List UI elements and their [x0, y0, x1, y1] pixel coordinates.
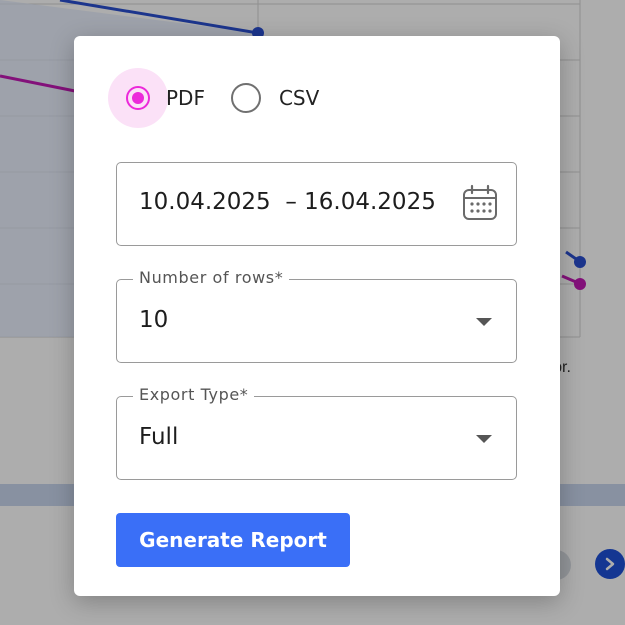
- date-range-separator: –: [285, 189, 297, 215]
- page: 6 Apr. PDF CSV 10.04.2025 – 16: [0, 0, 625, 625]
- generate-report-button[interactable]: Generate Report: [116, 513, 350, 567]
- export-type-select[interactable]: Export Type* Full: [116, 385, 517, 480]
- format-option-label: PDF: [166, 86, 205, 110]
- format-radio-group: PDF CSV: [108, 68, 320, 128]
- radio-selected-dot: [132, 92, 144, 104]
- date-range-text: 10.04.2025 – 16.04.2025: [139, 189, 436, 215]
- date-range-end: 16.04.2025: [304, 189, 436, 215]
- date-range-picker[interactable]: 10.04.2025 – 16.04.2025: [116, 162, 517, 246]
- format-option-label: CSV: [278, 86, 320, 110]
- rows-select[interactable]: Number of rows* 10: [116, 268, 517, 363]
- chevron-down-icon[interactable]: [476, 435, 492, 443]
- export-report-dialog: PDF CSV 10.04.2025 – 16.04.2025 Number o…: [74, 36, 560, 596]
- export-type-value: Full: [139, 424, 179, 450]
- rows-select-value: 10: [139, 307, 169, 333]
- format-option-csv[interactable]: CSV: [230, 83, 320, 113]
- format-option-pdf[interactable]: PDF: [108, 68, 205, 128]
- radio-focus-halo: [108, 68, 168, 128]
- radio-button-pdf[interactable]: [126, 86, 150, 110]
- rows-select-label: Number of rows*: [133, 268, 290, 287]
- export-type-label: Export Type*: [133, 385, 255, 404]
- chevron-down-icon[interactable]: [476, 318, 492, 326]
- calendar-icon[interactable]: [461, 184, 499, 222]
- date-range-start: 10.04.2025: [139, 189, 271, 215]
- radio-button-csv[interactable]: [230, 83, 261, 113]
